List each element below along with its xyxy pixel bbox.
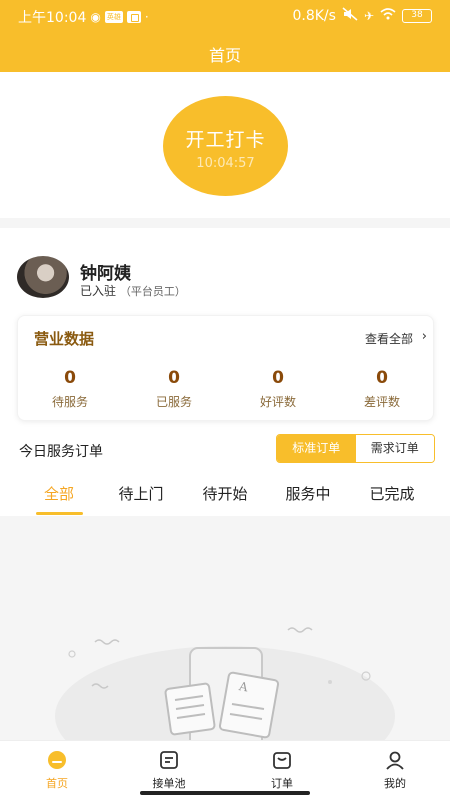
stat-label: 好评数	[259, 395, 296, 409]
status-right: 0.8K/s ✈ 38	[292, 7, 432, 24]
nav-orders[interactable]: 订单	[242, 749, 322, 791]
qq-icon: ◉	[90, 10, 101, 24]
stat-pending-service[interactable]: 0 待服务	[18, 368, 122, 410]
mute-icon	[342, 7, 358, 24]
notification-icon	[126, 11, 141, 23]
tab-completed[interactable]: 已完成	[352, 483, 432, 504]
airplane-icon: ✈	[363, 8, 374, 23]
nav-label: 首页	[46, 777, 68, 790]
tab-in-service[interactable]: 服务中	[268, 483, 348, 504]
clock-in-time: 10:04:57	[196, 156, 255, 171]
stat-label: 待服务	[51, 395, 88, 409]
order-pool-icon	[158, 749, 180, 771]
wifi-icon	[380, 8, 396, 23]
nav-profile[interactable]: 我的	[355, 749, 435, 791]
profile-icon	[384, 749, 406, 771]
nav-label: 订单	[271, 777, 293, 790]
clock-in-section: 开工打卡 10:04:57	[0, 72, 450, 218]
stat-value: 0	[168, 368, 180, 388]
clock-in-button[interactable]: 开工打卡 10:04:57	[163, 96, 288, 196]
nav-order-pool[interactable]: 接单池	[129, 749, 209, 791]
today-orders-title: 今日服务订单	[19, 444, 103, 460]
clock-in-label: 开工打卡	[185, 129, 266, 151]
order-status-tabs: 全部 待上门 待开始 服务中 已完成	[0, 478, 450, 516]
status-bar: 上午10:04 ◉ 英雄 · 0.8K/s ✈ 38	[0, 0, 450, 32]
segment-demand-orders[interactable]: 需求订单	[355, 435, 434, 462]
nav-label: 接单池	[152, 777, 186, 790]
tab-awaiting-visit[interactable]: 待上门	[101, 483, 181, 504]
view-all-link[interactable]: 查看全部	[365, 330, 413, 347]
status-left: 上午10:04 ◉ 英雄 ·	[18, 7, 149, 27]
stat-value: 0	[272, 368, 284, 388]
stat-served[interactable]: 0 已服务	[122, 368, 226, 410]
app-badge-icon: 英雄	[104, 11, 123, 23]
avatar[interactable]	[17, 256, 69, 298]
user-status-label: 已入驻	[80, 284, 117, 298]
active-tab-indicator	[36, 512, 83, 515]
profile-section: 钟阿姨 已入驻 （平台员工） 营业数据 查看全部 › 0 待服务 0 已服务 0…	[0, 228, 450, 516]
stat-label: 已服务	[155, 395, 192, 409]
empty-order-list: A	[0, 516, 450, 740]
nav-label: 我的	[384, 777, 406, 790]
business-data-card: 营业数据 查看全部 › 0 待服务 0 已服务 0 好评数 0 差评数	[17, 315, 434, 421]
chevron-right-icon[interactable]: ›	[422, 329, 427, 344]
stat-label: 差评数	[363, 395, 400, 409]
stat-value: 0	[376, 368, 388, 388]
status-time: 上午10:04	[18, 10, 87, 26]
stat-bad-reviews[interactable]: 0 差评数	[330, 368, 434, 410]
user-status-note: （平台员工）	[119, 285, 186, 298]
battery-icon: 38	[402, 8, 432, 23]
segment-standard-orders[interactable]: 标准订单	[277, 435, 356, 462]
user-name: 钟阿姨	[80, 264, 131, 284]
business-data-title: 营业数据	[34, 330, 95, 348]
orders-icon	[271, 749, 293, 771]
network-speed: 0.8K/s	[292, 7, 336, 24]
home-icon	[46, 749, 68, 771]
tab-all[interactable]: 全部	[19, 483, 99, 504]
page-title: 首页	[208, 46, 241, 65]
empty-state-illustration: A	[55, 627, 395, 740]
tab-awaiting-start[interactable]: 待开始	[185, 483, 265, 504]
stat-value: 0	[64, 368, 76, 388]
system-home-indicator[interactable]	[140, 791, 310, 795]
nav-home[interactable]: 首页	[17, 749, 97, 791]
dot-icon: ·	[144, 10, 149, 24]
order-type-segment: 标准订单 需求订单	[276, 434, 435, 463]
app-header: 上午10:04 ◉ 英雄 · 0.8K/s ✈ 38 首页	[0, 0, 450, 72]
stat-good-reviews[interactable]: 0 好评数	[226, 368, 330, 410]
user-status: 已入驻 （平台员工）	[80, 282, 186, 299]
